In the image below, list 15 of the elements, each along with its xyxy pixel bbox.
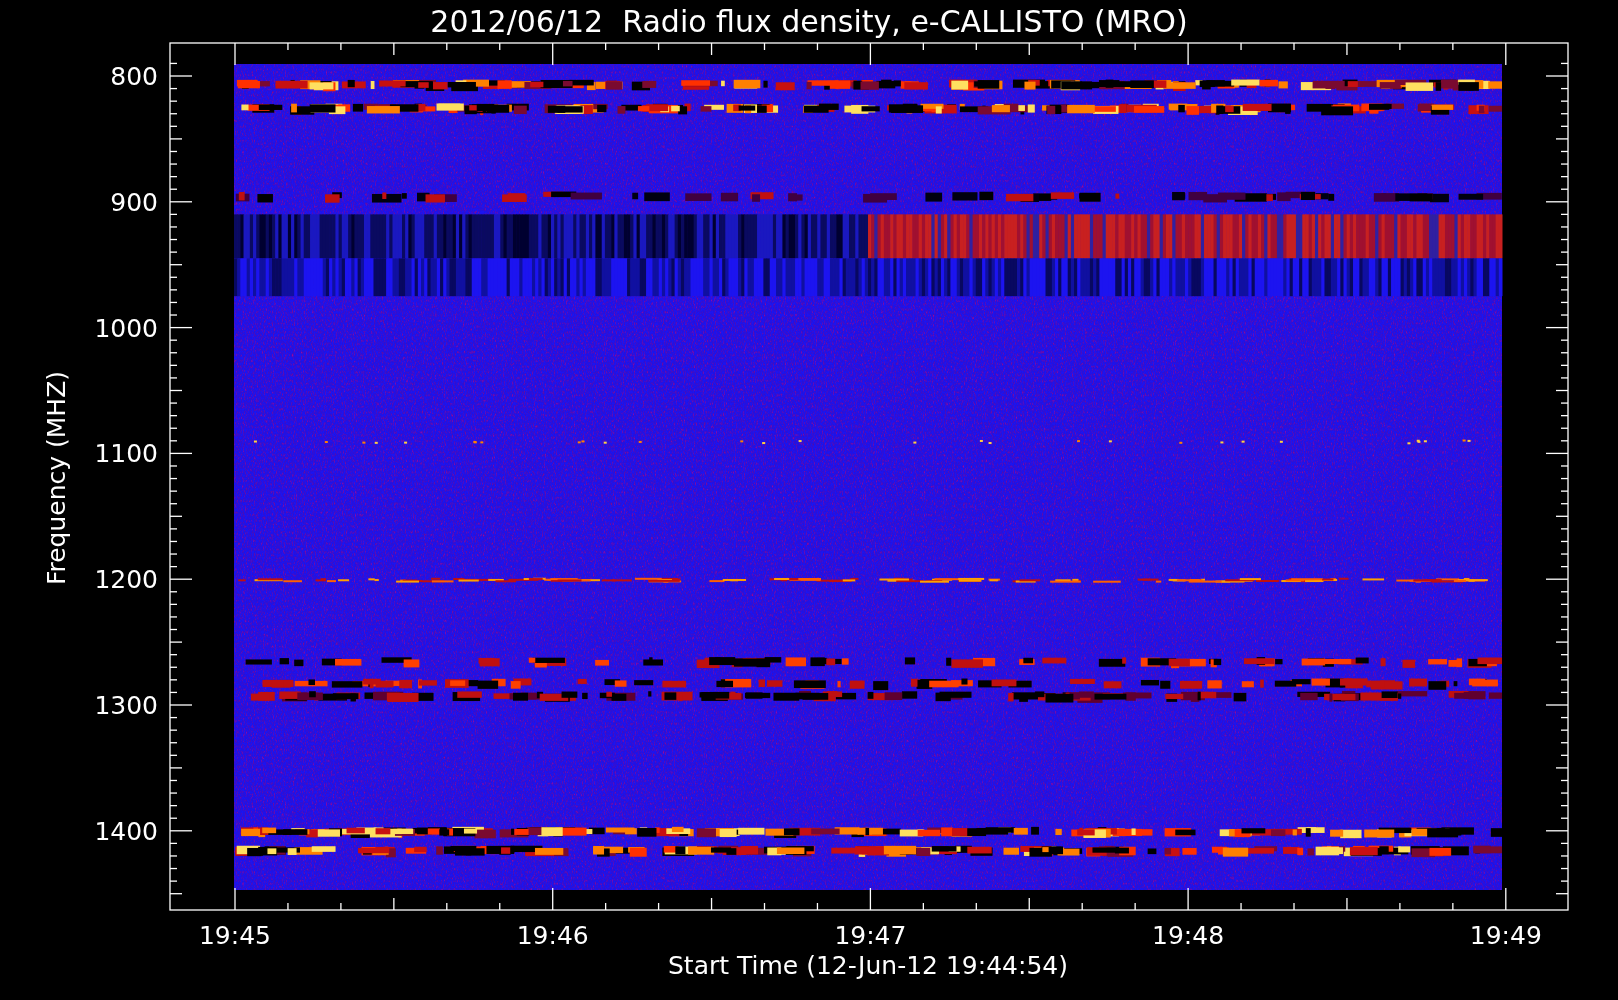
x-tick-label: 19:46	[516, 921, 589, 950]
y-axis-label: Frequency (MHZ)	[42, 370, 71, 586]
x-tick-label: 19:48	[1152, 921, 1225, 950]
y-tick-label: 1100	[94, 439, 158, 469]
y-tick-label: 1200	[94, 565, 158, 595]
x-tick-label: 19:45	[199, 921, 271, 950]
y-tick-label: 900	[110, 187, 158, 217]
x-tick-label: 19:47	[834, 921, 907, 950]
y-tick-label: 1400	[94, 816, 158, 846]
y-tick-label: 1000	[94, 313, 158, 343]
chart-title: 2012/06/12 Radio flux density, e-CALLISTO (MRO)	[430, 4, 1188, 39]
x-axis-label: Start Time (12-Jun-12 19:44:54)	[668, 951, 1068, 980]
y-tick-label: 800	[110, 62, 158, 91]
x-tick-label: 19:49	[1469, 921, 1542, 950]
y-tick-label: 1300	[94, 691, 158, 720]
